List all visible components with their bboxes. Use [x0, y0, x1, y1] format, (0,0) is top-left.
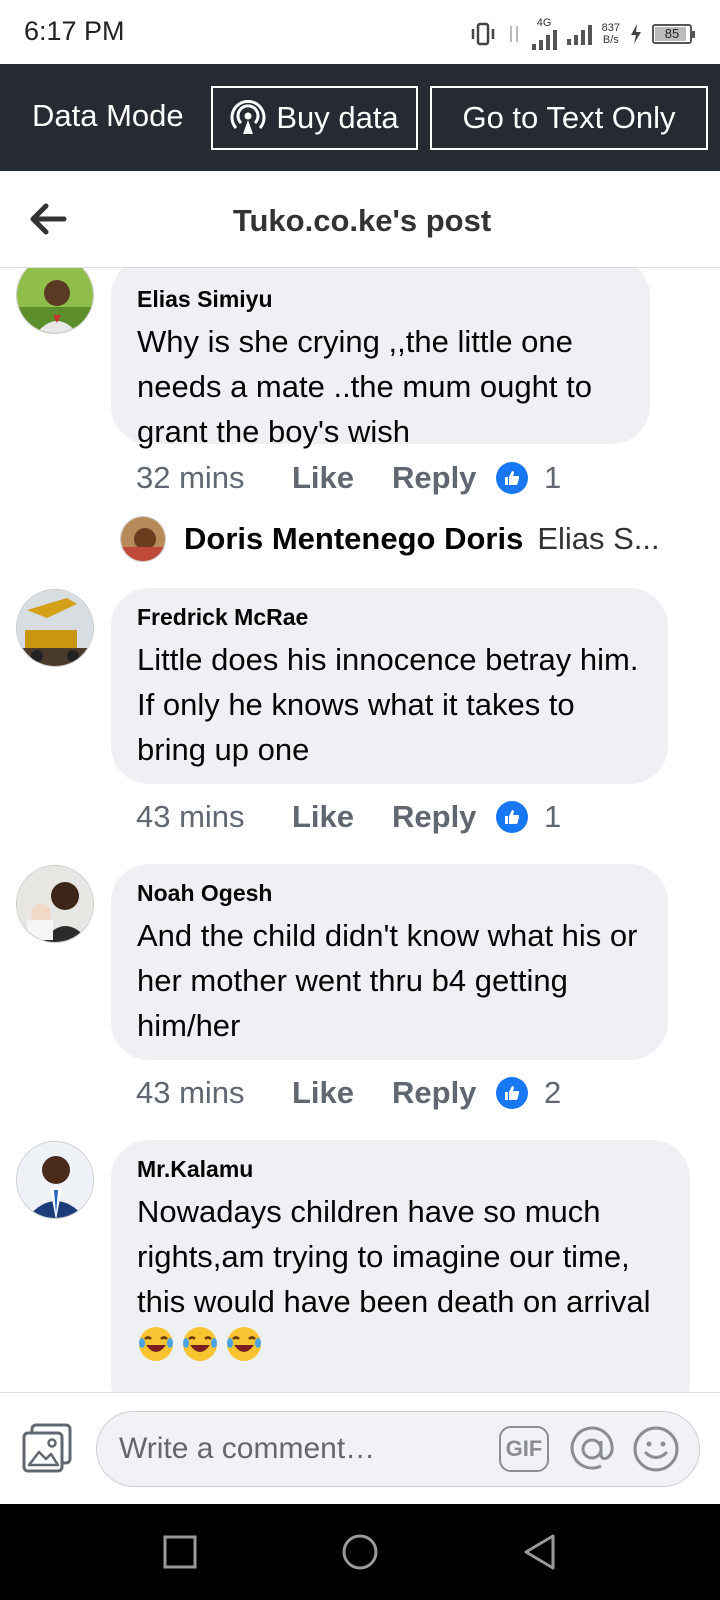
data-arrows-icon [509, 26, 518, 42]
reply-author[interactable]: Doris Mentenego Doris [184, 521, 523, 557]
signal-icon-2 [566, 23, 592, 45]
laughing-emoji-icon [183, 1327, 217, 1361]
laughing-emoji-icon [227, 1327, 261, 1361]
signal-icon-1: 4G [531, 17, 557, 50]
avatar[interactable] [120, 516, 166, 562]
comment-text: Why is she crying ,,the little one needs… [137, 324, 592, 449]
reply-button[interactable]: Reply [392, 460, 496, 496]
comment-actions: 32 mins Like Reply 1 [136, 460, 561, 496]
smiley-icon[interactable] [631, 1424, 681, 1474]
comment-text-body: Nowadays children have so much rights,am… [137, 1194, 651, 1319]
reply-button[interactable]: Reply [392, 1075, 496, 1111]
system-nav-bar [0, 1504, 720, 1600]
comment-actions: 43 mins Like Reply 2 [136, 1075, 561, 1111]
speed-value: 837 [601, 22, 620, 34]
avatar[interactable] [16, 1141, 94, 1219]
avatar[interactable] [16, 589, 94, 667]
comment-time[interactable]: 32 mins [136, 460, 292, 496]
text-only-button[interactable]: Go to Text Only [430, 86, 708, 150]
recent-apps-icon[interactable] [160, 1532, 200, 1572]
buy-data-label: Buy data [276, 100, 399, 135]
photo-icon[interactable] [20, 1421, 74, 1475]
comment-text: And the child didn't know what his or he… [137, 918, 638, 1043]
reply-snippet: Elias S... [537, 521, 660, 556]
laughing-emoji-icon [139, 1327, 173, 1361]
home-icon[interactable] [340, 1532, 380, 1572]
like-button[interactable]: Like [292, 1075, 392, 1111]
comment-bubble[interactable]: Noah Ogesh And the child didn't know wha… [111, 864, 668, 1060]
thumbs-up-icon [496, 801, 528, 833]
at-icon[interactable] [567, 1424, 617, 1474]
data-mode-label: Data Mode [32, 98, 184, 133]
reaction-count[interactable]: 1 [544, 460, 561, 496]
broadcast-icon [230, 100, 266, 134]
status-icons: 4G 837 B/s 85 [470, 17, 695, 50]
comment-bubble[interactable]: Mr.Kalamu Nowadays children have so much… [111, 1140, 690, 1392]
network-type: 4G [536, 17, 552, 29]
gif-button[interactable]: GIF [499, 1426, 549, 1472]
buy-data-button[interactable]: Buy data [211, 86, 418, 150]
like-button[interactable]: Like [292, 460, 392, 496]
comment-bubble[interactable]: Elias Simiyu Why is she crying ,,the lit… [111, 268, 650, 449]
reply-preview[interactable]: Doris Mentenego Doris Elias S... [120, 515, 660, 563]
data-mode-bar: Data Mode Buy data Go to Text Only [0, 64, 720, 171]
comment-text: Nowadays children have so much rights,am… [137, 1189, 664, 1369]
comment-input[interactable] [119, 1412, 479, 1486]
charging-icon [631, 24, 641, 44]
status-bar: 6:17 PM 4G 837 B/s 85 [0, 0, 720, 64]
comment-author[interactable]: Noah Ogesh [137, 880, 642, 907]
network-speed: 837 B/s [602, 22, 620, 46]
reply-button[interactable]: Reply [392, 799, 496, 835]
speed-unit: B/s [602, 34, 619, 46]
battery-level: 85 [664, 26, 680, 41]
comment-input-box: GIF [96, 1411, 700, 1487]
post-header: Tuko.co.ke's post [0, 171, 720, 268]
reaction-count[interactable]: 1 [544, 799, 561, 835]
thumbs-up-icon [496, 1077, 528, 1109]
comment-text: Little does his innocence betray him. If… [137, 642, 639, 767]
comment-time[interactable]: 43 mins [136, 799, 292, 835]
comments-list[interactable]: Elias Simiyu Why is she crying ,,the lit… [0, 268, 720, 1392]
comment-actions: 43 mins Like Reply 1 [136, 799, 561, 835]
avatar[interactable] [16, 268, 94, 334]
reaction-count[interactable]: 2 [544, 1075, 561, 1111]
thumbs-up-icon [496, 462, 528, 494]
battery-icon: 85 [652, 24, 695, 44]
comment-composer: GIF [0, 1392, 720, 1504]
vibrate-icon [471, 22, 494, 46]
comment-bubble[interactable]: Fredrick McRae Little does his innocence… [111, 588, 668, 784]
page-title: Tuko.co.ke's post [232, 203, 492, 238]
comment-author[interactable]: Mr.Kalamu [137, 1156, 664, 1183]
avatar[interactable] [16, 865, 94, 943]
comment-author[interactable]: Fredrick McRae [137, 604, 642, 631]
like-button[interactable]: Like [292, 799, 392, 835]
status-time: 6:17 PM [24, 16, 125, 46]
comment-author[interactable]: Elias Simiyu [137, 286, 624, 313]
back-triangle-icon[interactable] [520, 1532, 560, 1572]
comment-time[interactable]: 43 mins [136, 1075, 292, 1111]
